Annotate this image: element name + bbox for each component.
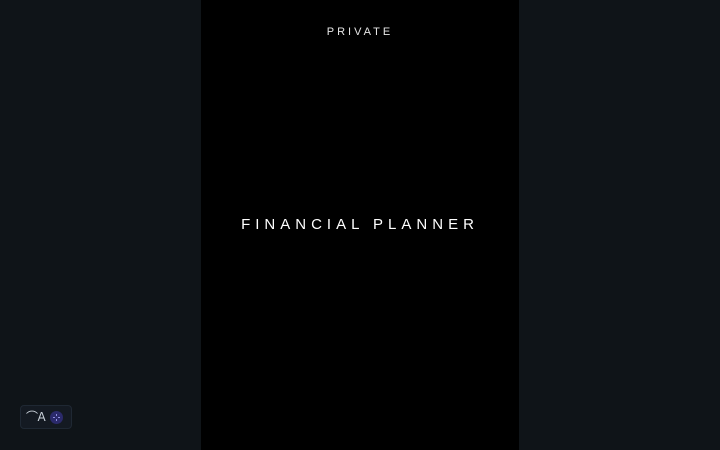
app-badge-button[interactable]: ⌒A [20, 405, 72, 429]
app-logo-icon: ⌒A [26, 410, 46, 424]
assistant-icon [50, 410, 64, 424]
private-label: PRIVATE [326, 26, 394, 38]
page-title: FINANCIAL PLANNER [241, 216, 479, 233]
document-page: PRIVATE FINANCIAL PLANNER [201, 0, 519, 450]
document-viewer: PRIVATE FINANCIAL PLANNER ⌒A [0, 0, 720, 450]
